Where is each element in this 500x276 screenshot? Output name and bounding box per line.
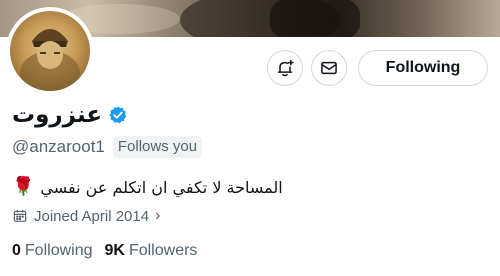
- avatar[interactable]: [6, 7, 94, 95]
- following-button[interactable]: Following: [358, 50, 488, 86]
- verified-badge-icon[interactable]: [108, 105, 128, 125]
- follows-you-badge: Follows you: [112, 136, 203, 158]
- notify-button[interactable]: [267, 50, 303, 86]
- envelope-icon: [321, 61, 337, 75]
- display-name-row: عنزروت: [12, 99, 128, 131]
- followers-stat[interactable]: 9K Followers: [105, 242, 198, 260]
- avatar-image: [10, 11, 90, 91]
- followers-label: Followers: [128, 242, 198, 259]
- following-stat[interactable]: 0 Following: [12, 242, 93, 260]
- bell-plus-icon: [278, 59, 294, 77]
- chevron-right-icon: ›: [155, 207, 161, 224]
- joined-date: Joined April 2014: [34, 207, 150, 225]
- rose-emoji: 🌹: [12, 176, 35, 197]
- calendar-icon: [13, 210, 27, 222]
- joined-date-row[interactable]: Joined April 2014 ›: [12, 205, 160, 227]
- bio-text: المساحة لا تكفي ان اتكلم عن نفسي: [40, 177, 283, 197]
- message-button[interactable]: [311, 50, 347, 86]
- user-handle: @anzaroot1: [12, 137, 105, 156]
- following-count: 0: [12, 242, 21, 259]
- bio-row: 🌹 المساحة لا تكفي ان اتكلم عن نفسي: [12, 174, 283, 200]
- following-label: Following: [24, 242, 93, 259]
- followers-count: 9K: [104, 242, 125, 259]
- handle-row: @anzaroot1 Follows you: [12, 135, 203, 159]
- follow-stats: 0 Following 9K Followers: [12, 240, 197, 262]
- display-name: عنزروت: [12, 102, 103, 128]
